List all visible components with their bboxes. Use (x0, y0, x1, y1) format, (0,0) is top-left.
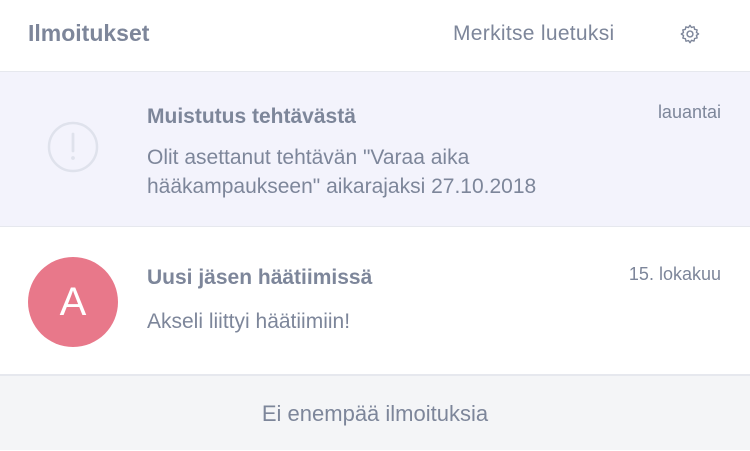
exclamation-circle-icon (47, 121, 99, 173)
notification-date: lauantai (657, 102, 721, 122)
notification-date: 15. lokakuu (628, 264, 721, 284)
notification-body: Akseli liittyi häätiimiin! (147, 310, 351, 333)
mark-as-read-button[interactable]: Merkitse luetuksi (453, 22, 614, 46)
page-title: Ilmoitukset (28, 20, 150, 46)
notification-title: Uusi jäsen häätiimissä (147, 266, 373, 289)
notification-item[interactable]: A Uusi jäsen häätiimissä 15. lokakuu Aks… (0, 227, 750, 375)
notification-body: Olit asettanut tehtävän "Varaa aika hääk… (147, 146, 537, 198)
avatar: A (28, 257, 118, 347)
notifications-header: Ilmoitukset Merkitse luetuksi (0, 0, 750, 72)
notification-item[interactable]: Muistutus tehtävästä lauantai Olit asett… (0, 72, 750, 227)
no-more-notifications: Ei enempää ilmoituksia (0, 375, 750, 450)
gear-icon[interactable] (679, 23, 701, 45)
notification-title: Muistutus tehtävästä (147, 105, 356, 128)
